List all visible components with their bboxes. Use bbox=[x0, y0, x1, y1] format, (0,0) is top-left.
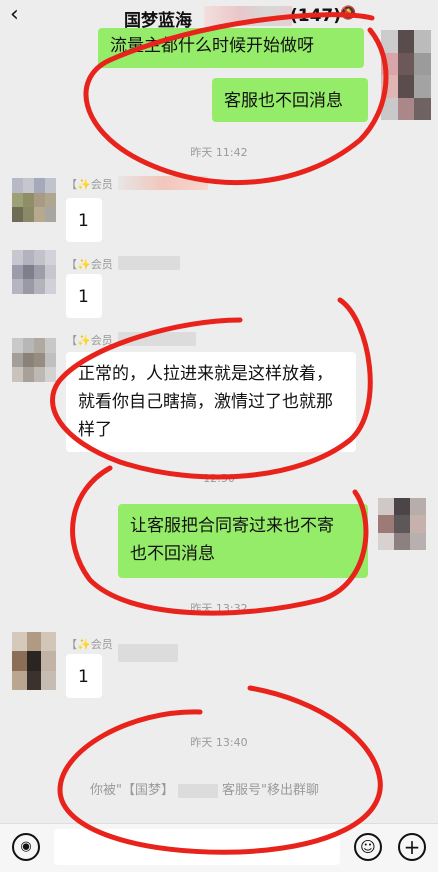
avatar[interactable] bbox=[381, 30, 431, 120]
timestamp: 12:50 bbox=[203, 472, 235, 485]
avatar[interactable] bbox=[12, 632, 56, 690]
timestamp: 昨天 13:32 bbox=[190, 602, 248, 615]
message-text: 1 bbox=[78, 667, 89, 687]
message-text: 流量主都什么时候开始做呀 bbox=[110, 36, 314, 56]
plus-icon[interactable]: + bbox=[398, 833, 426, 861]
message-text-line: 样了 bbox=[78, 420, 112, 440]
title-redaction bbox=[204, 6, 292, 26]
sender-name-redaction bbox=[118, 256, 180, 270]
sender-name: 【✨会员 bbox=[66, 258, 113, 271]
message-text-line: 让客服把合同寄过来也不寄 bbox=[130, 516, 334, 536]
sender-name-redaction bbox=[118, 644, 178, 662]
system-notice: 你被"【国梦】 客服号"移出群聊 bbox=[90, 779, 319, 798]
sender-name-redaction bbox=[118, 176, 208, 190]
message-bubble[interactable]: 1 bbox=[66, 654, 102, 698]
message-text: 客服也不回消息 bbox=[224, 91, 343, 111]
sender-name: 【✨会员 bbox=[66, 638, 113, 651]
emoji-icon[interactable]: ☺ bbox=[354, 833, 382, 861]
back-icon[interactable]: ‹ bbox=[10, 2, 19, 27]
message-text-line: 也不回消息 bbox=[130, 544, 215, 564]
message-bubble[interactable]: 正常的，人拉进来就是这样放着， 就看你自己瞎搞，激情过了也就那 样了 bbox=[66, 352, 356, 452]
timestamp: 昨天 11:42 bbox=[190, 146, 248, 159]
avatar[interactable] bbox=[378, 498, 426, 550]
timestamp: 昨天 13:40 bbox=[190, 736, 248, 749]
system-notice-right: 客服号"移出群聊 bbox=[221, 783, 319, 798]
system-notice-left: 你被"【国梦】 bbox=[90, 783, 174, 798]
message-bubble-own[interactable]: 客服也不回消息 bbox=[212, 78, 368, 122]
sender-name-redaction bbox=[118, 332, 196, 346]
message-text-line: 就看你自己瞎搞，激情过了也就那 bbox=[78, 392, 333, 412]
member-count: (147) bbox=[290, 6, 342, 26]
message-bubble-own[interactable]: 让客服把合同寄过来也不寄 也不回消息 bbox=[118, 504, 368, 578]
system-notice-redaction bbox=[177, 783, 218, 798]
message-text-line: 正常的，人拉进来就是这样放着， bbox=[78, 364, 333, 384]
avatar[interactable] bbox=[12, 178, 56, 222]
message-input[interactable] bbox=[54, 829, 340, 865]
bell-mute-icon: 🔕 bbox=[340, 6, 357, 21]
message-text: 1 bbox=[78, 211, 89, 231]
sender-name: 【✨会员 bbox=[66, 334, 113, 347]
message-bubble[interactable]: 1 bbox=[66, 198, 102, 242]
message-text: 1 bbox=[78, 287, 89, 307]
message-bubble-partial[interactable]: 流量主都什么时候开始做呀 bbox=[98, 28, 364, 68]
avatar[interactable] bbox=[12, 338, 56, 382]
voice-icon[interactable]: ◉ bbox=[12, 833, 40, 861]
sender-name: 【✨会员 bbox=[66, 178, 113, 191]
message-bubble[interactable]: 1 bbox=[66, 274, 102, 318]
avatar[interactable] bbox=[12, 250, 56, 294]
